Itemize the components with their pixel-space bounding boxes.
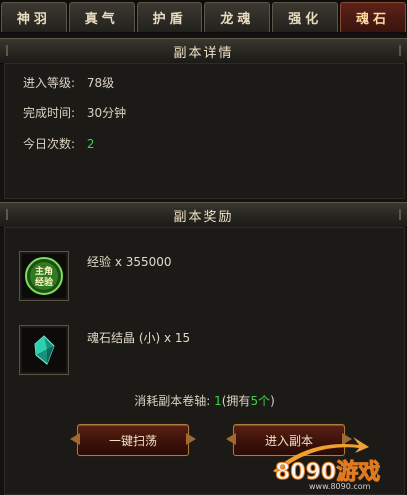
sweep-button[interactable]: 一键扫荡: [77, 424, 189, 456]
details-header: 副本详情: [0, 38, 407, 64]
site-watermark: 8090游戏 www.8090.com: [269, 431, 399, 491]
reward-slot-crystal[interactable]: [19, 325, 69, 375]
watermark-logo: 8090游戏 www.8090.com: [273, 437, 381, 491]
daily-count-label: 今日次数:: [23, 137, 76, 151]
entry-level-row: 进入等级: 78级: [23, 74, 114, 91]
rewards-title: 副本奖励: [173, 209, 234, 225]
scroll-own-suffix: ): [270, 394, 275, 408]
svg-text:主角: 主角: [35, 265, 53, 277]
scroll-cost-prefix: 消耗副本卷轴:: [134, 394, 211, 408]
tab-longhun[interactable]: 龙魂: [204, 2, 271, 32]
reward-slot-exp[interactable]: 主角 经验: [19, 251, 69, 301]
entry-level-label: 进入等级:: [23, 76, 76, 90]
rewards-header: 副本奖励: [0, 202, 407, 228]
tab-bar: 神羽 真气 护盾 龙魂 强化 魂石: [0, 0, 407, 34]
scroll-own-count: 5个: [250, 394, 271, 408]
tab-zhenqi[interactable]: 真气: [68, 2, 135, 32]
scroll-own-prefix: (拥有: [221, 394, 251, 408]
details-title: 副本详情: [173, 45, 234, 61]
daily-count-row: 今日次数: 2: [23, 135, 95, 152]
svg-text:www.8090.com: www.8090.com: [309, 482, 371, 491]
entry-level-value: 78级: [86, 76, 115, 90]
sweep-button-label: 一键扫荡: [108, 433, 157, 448]
tab-hudun[interactable]: 护盾: [136, 2, 203, 32]
crystal-icon: [34, 335, 55, 365]
reward-exp-text: 经验 x 355000: [87, 255, 172, 269]
details-panel: 进入等级: 78级 完成时间: 30分钟 今日次数: 2: [4, 63, 405, 199]
exp-badge-icon: 主角 经验: [25, 257, 63, 295]
svg-text:经验: 经验: [35, 276, 54, 288]
scroll-cost-line: 消耗副本卷轴: 1(拥有5个): [5, 392, 404, 409]
tab-shenyu[interactable]: 神羽: [1, 2, 67, 32]
daily-count-value: 2: [86, 137, 95, 151]
complete-time-value: 30分钟: [86, 106, 127, 120]
reward-crystal-text: 魂石结晶 (小) x 15: [87, 331, 191, 345]
tab-qianghua[interactable]: 强化: [272, 2, 339, 32]
tab-hunshi[interactable]: 魂石: [340, 2, 406, 32]
complete-time-label: 完成时间:: [23, 106, 76, 120]
complete-time-row: 完成时间: 30分钟: [23, 104, 126, 121]
scroll-cost-count: 1: [214, 394, 222, 408]
